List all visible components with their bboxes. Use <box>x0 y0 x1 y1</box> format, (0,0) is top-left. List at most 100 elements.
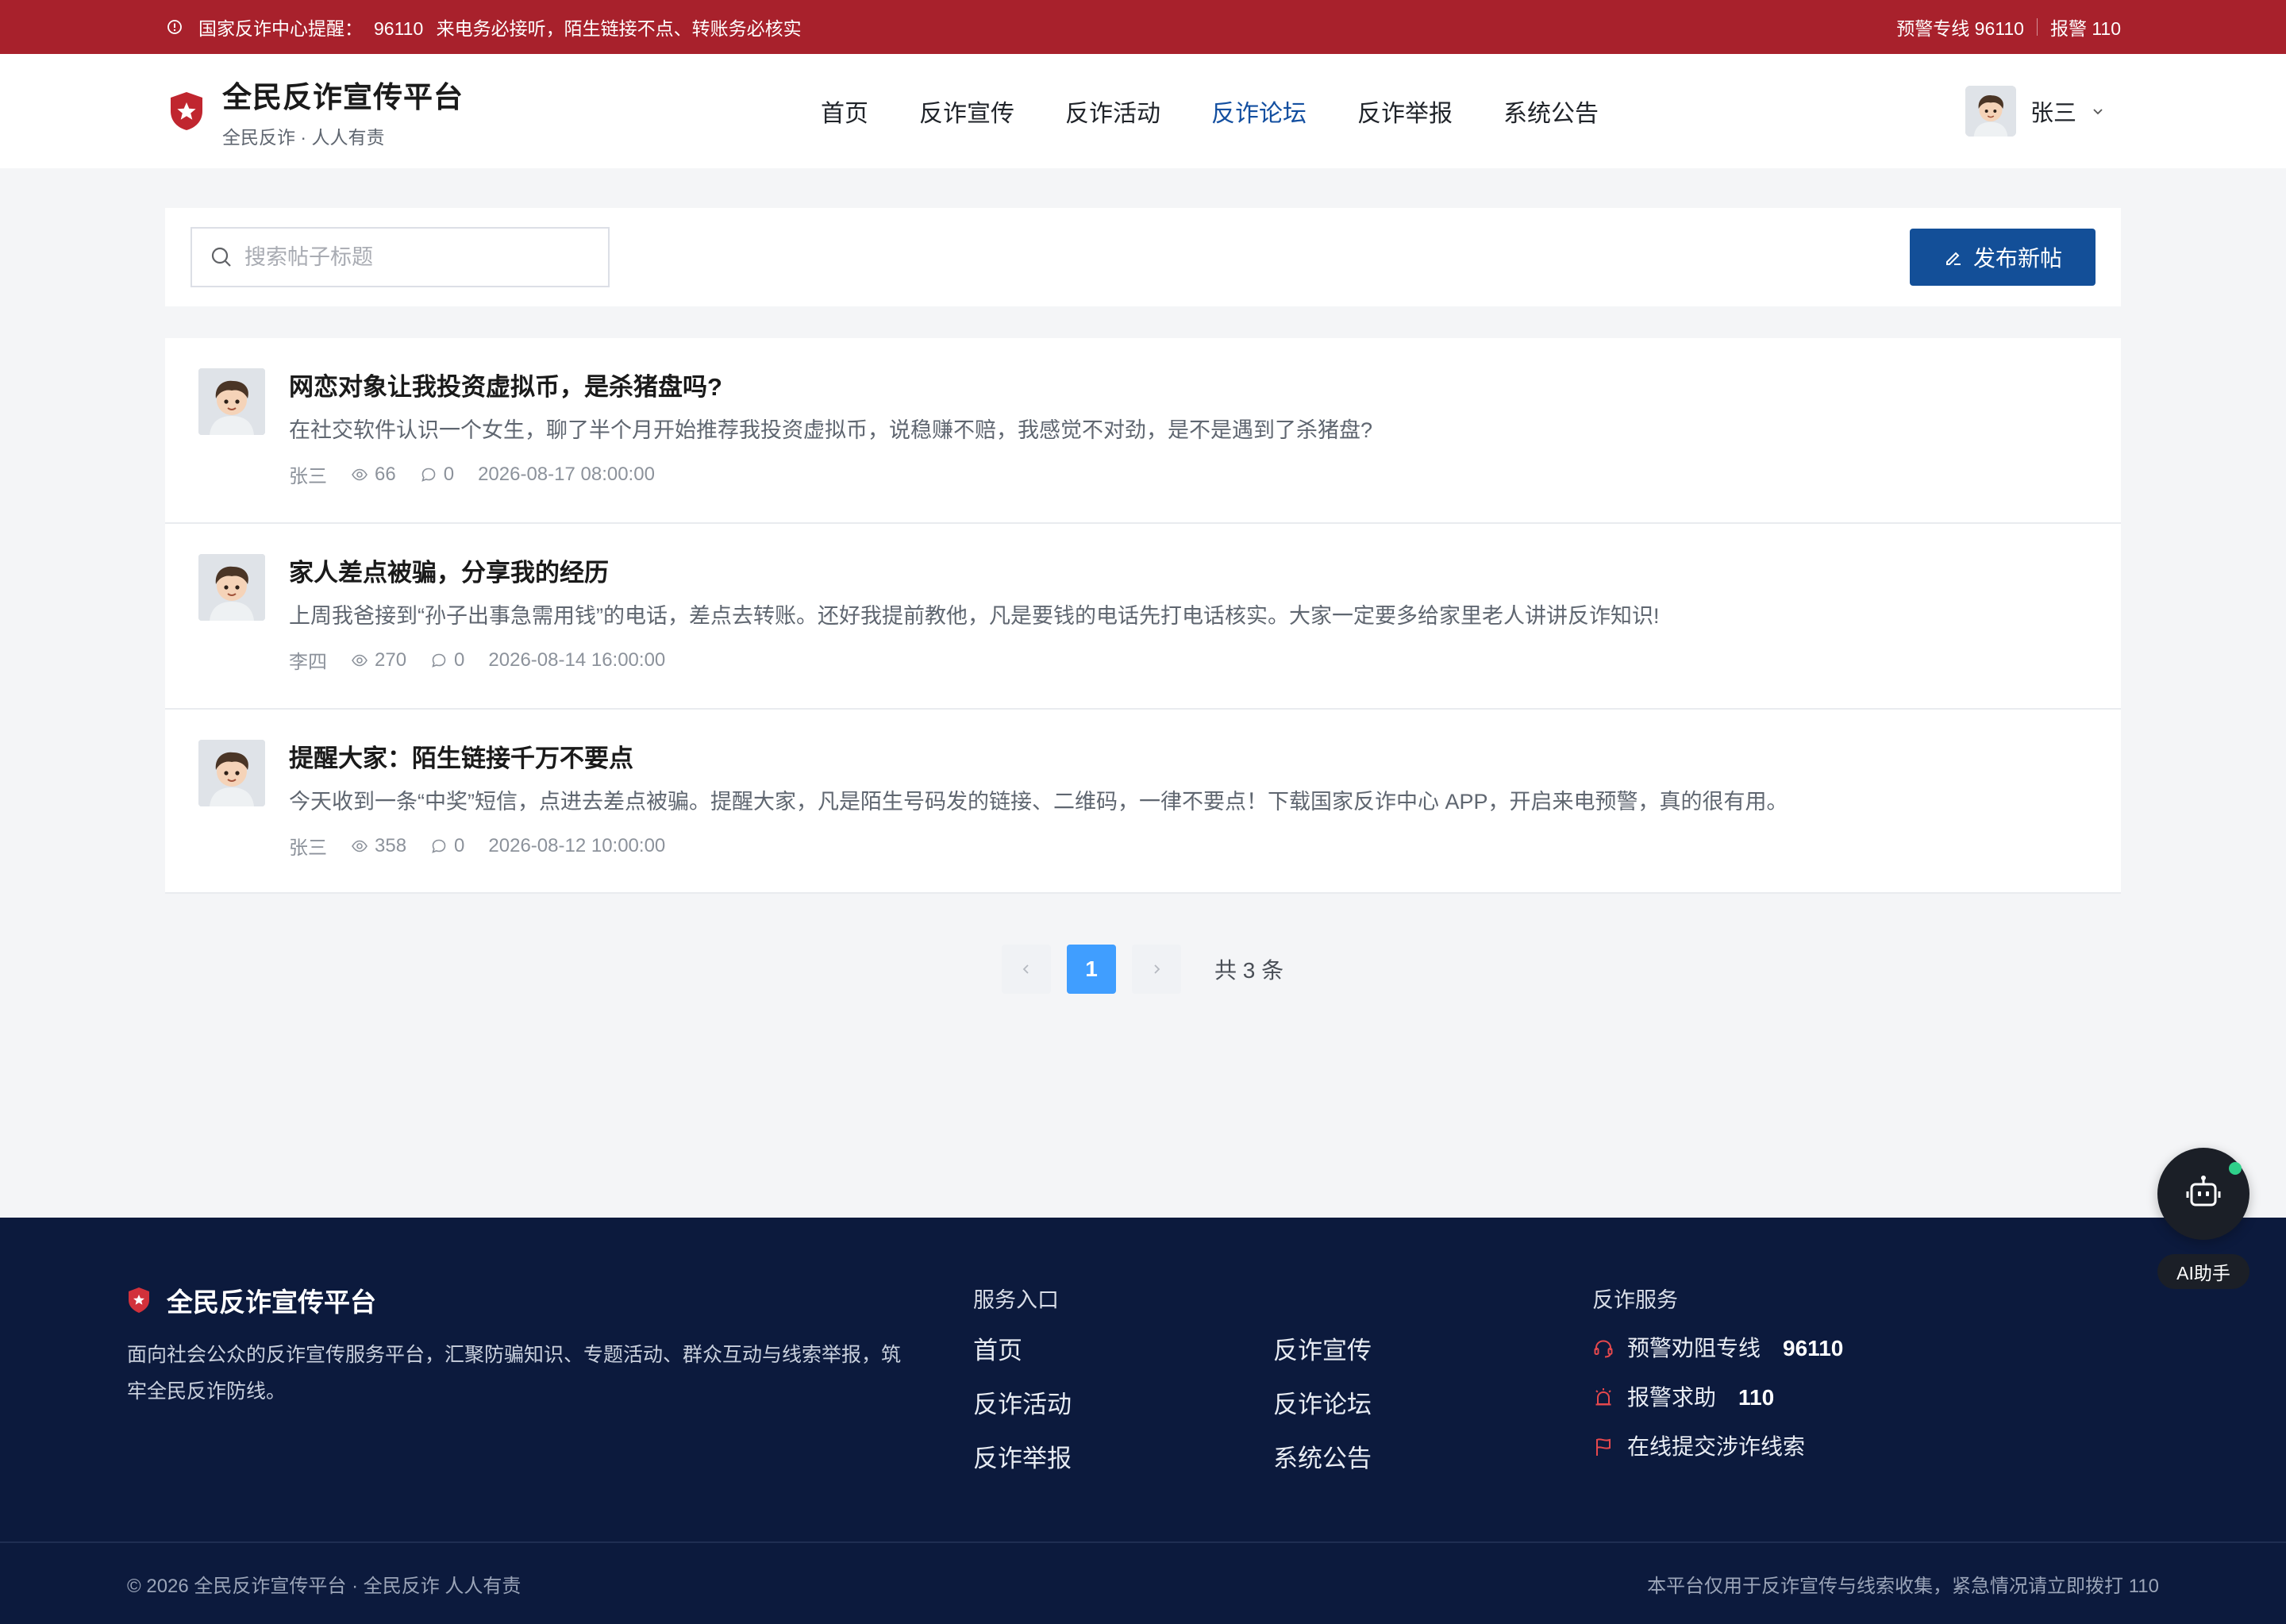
site-header: 全民反诈宣传平台 全民反诈 · 人人有责 首页 反诈宣传 反诈活动 反诈论坛 反… <box>0 54 2286 168</box>
comment-icon <box>430 837 448 855</box>
footer-link-activities[interactable]: 反诈活动 <box>973 1387 1273 1422</box>
post-title[interactable]: 家人差点被骗，分享我的经历 <box>289 554 2089 592</box>
page-number-button[interactable]: 1 <box>1067 945 1116 994</box>
edit-icon <box>1943 247 1964 267</box>
divider <box>2036 18 2038 36</box>
ai-assistant-label[interactable]: AI助手 <box>2157 1254 2249 1289</box>
avatar <box>1965 86 2016 137</box>
nav-propaganda[interactable]: 反诈宣传 <box>919 94 1014 129</box>
footer-services: 预警劝阻专线 96110 报警求助 110 在线提交涉诈线索 <box>1592 1333 1843 1481</box>
post-author: 张三 <box>289 837 327 859</box>
footer-link-report[interactable]: 反诈举报 <box>973 1441 1273 1476</box>
flag-icon <box>1592 1436 1614 1458</box>
footer-brand: 全民反诈宣传平台 <box>127 1281 376 1319</box>
footer-link-forum[interactable]: 反诈论坛 <box>1273 1387 1432 1422</box>
service-label: 报警求助 <box>1627 1385 1717 1410</box>
eye-icon <box>351 652 368 669</box>
avatar <box>198 554 265 621</box>
nav-report[interactable]: 反诈举报 <box>1357 94 1453 129</box>
main-nav: 首页 反诈宣传 反诈活动 反诈论坛 反诈举报 系统公告 <box>821 54 1599 168</box>
post-meta: 张三 66 0 2026-08-17 08:00:00 <box>289 460 2089 488</box>
footer-services-title: 反诈服务 <box>1592 1288 1678 1312</box>
police-text: 报警 110 <box>2049 18 2121 39</box>
alert-bar: 国家反诈中心提醒： 96110 来电务必接听，陌生链接不点、转账务必核实 预警专线… <box>0 0 2286 54</box>
eye-icon <box>351 837 368 855</box>
post-item[interactable]: 网恋对象让我投资虚拟币，是杀猪盘吗? 在社交软件认识一个女生，聊了半个月开始推荐… <box>165 338 2121 524</box>
alarm-icon <box>1592 1387 1614 1409</box>
footer-link-announcements[interactable]: 系统公告 <box>1273 1441 1432 1476</box>
footer-link-home[interactable]: 首页 <box>973 1333 1273 1368</box>
chevron-left-icon <box>1022 964 1029 974</box>
avatar <box>198 368 265 435</box>
post-list: 网恋对象让我投资虚拟币，是杀猪盘吗? 在社交软件认识一个女生，聊了半个月开始推荐… <box>165 338 2121 894</box>
nav-forum[interactable]: 反诈论坛 <box>1211 94 1307 129</box>
user-name: 张三 <box>2030 101 2076 126</box>
service-hotline[interactable]: 预警劝阻专线 96110 <box>1592 1333 1843 1364</box>
prev-page-button[interactable] <box>1002 945 1051 994</box>
footer-divider <box>0 1541 2286 1543</box>
alert-number: 96110 <box>374 18 424 39</box>
footer-links-title: 服务入口 <box>973 1288 1059 1312</box>
post-title[interactable]: 提醒大家：陌生链接千万不要点 <box>289 740 2089 778</box>
ai-assistant-button[interactable] <box>2157 1148 2249 1240</box>
next-page-button[interactable] <box>1132 945 1181 994</box>
brand-logo[interactable]: 全民反诈宣传平台 全民反诈 · 人人有责 <box>168 54 464 168</box>
service-police[interactable]: 报警求助 110 <box>1592 1383 1843 1413</box>
hotline-text: 预警专线 96110 <box>1896 18 2024 39</box>
service-value: 110 <box>1738 1385 1775 1410</box>
service-clue-report[interactable]: 在线提交涉诈线索 <box>1592 1432 1843 1462</box>
chevron-right-icon <box>1154 964 1160 974</box>
view-count: 270 <box>375 648 407 671</box>
service-value: 96110 <box>1783 1336 1844 1360</box>
post-time: 2026-08-14 16:00:00 <box>488 648 666 671</box>
footer-links: 首页 反诈宣传 反诈活动 反诈论坛 反诈举报 系统公告 <box>973 1333 1432 1476</box>
footer-note: 本平台仅用于反诈宣传与线索收集，紧急情况请立即拨打 110 <box>1647 1576 2159 1597</box>
nav-activities[interactable]: 反诈活动 <box>1065 94 1160 129</box>
forum-toolbar: 发布新帖 <box>165 208 2121 306</box>
shield-star-icon <box>168 90 205 132</box>
post-item[interactable]: 家人差点被骗，分享我的经历 上周我爸接到“孙子出事急需用钱”的电话，差点去转账。… <box>165 524 2121 710</box>
nav-announcements[interactable]: 系统公告 <box>1503 94 1599 129</box>
post-author: 张三 <box>289 466 327 487</box>
comment-icon <box>430 652 448 669</box>
robot-icon <box>2181 1172 2226 1216</box>
comment-count: 0 <box>454 834 465 856</box>
online-status-dot <box>2229 1162 2242 1175</box>
footer-description: 面向社会公众的反诈宣传服务平台，汇聚防骗知识、专题活动、群众互动与线索举报，筑牢… <box>127 1344 902 1403</box>
service-label: 预警劝阻专线 <box>1627 1336 1761 1360</box>
search-icon <box>210 245 233 269</box>
view-count: 66 <box>375 463 396 485</box>
site-name: 全民反诈宣传平台 <box>222 81 464 114</box>
publish-label: 发布新帖 <box>1972 246 2062 271</box>
search-input[interactable] <box>244 244 586 270</box>
copyright: © 2026 全民反诈宣传平台 · 全民反诈 人人有责 <box>127 1576 521 1597</box>
alert-message: 国家反诈中心提醒： 96110 来电务必接听，陌生链接不点、转账务必核实 <box>167 0 802 54</box>
footer-link-propaganda[interactable]: 反诈宣传 <box>1273 1333 1432 1368</box>
comment-icon <box>420 466 437 483</box>
post-excerpt: 今天收到一条“中奖”短信，点进去差点被骗。提醒大家，凡是陌生号码发的链接、二维码… <box>289 790 1788 814</box>
info-circle-icon <box>167 19 183 35</box>
service-label: 在线提交涉诈线索 <box>1627 1434 1806 1459</box>
post-title[interactable]: 网恋对象让我投资虚拟币，是杀猪盘吗? <box>289 368 2089 406</box>
publish-post-button[interactable]: 发布新帖 <box>1910 229 2096 286</box>
view-count: 358 <box>375 834 407 856</box>
footer-site-name: 全民反诈宣传平台 <box>167 1287 376 1317</box>
user-menu[interactable]: 张三 <box>1965 54 2105 168</box>
post-time: 2026-08-12 10:00:00 <box>488 834 666 856</box>
chevron-down-icon <box>2091 104 2105 118</box>
alert-label: 国家反诈中心提醒： <box>198 18 363 39</box>
comment-count: 0 <box>443 463 455 485</box>
pagination: 1 共 3 条 <box>1002 945 1283 994</box>
post-item[interactable]: 提醒大家：陌生链接千万不要点 今天收到一条“中奖”短信，点进去差点被骗。提醒大家… <box>165 710 2121 894</box>
search-box <box>190 227 610 287</box>
site-slogan: 全民反诈 · 人人有责 <box>222 127 385 148</box>
shield-icon <box>127 1287 151 1314</box>
post-meta: 李四 270 0 2026-08-14 16:00:00 <box>289 646 2089 674</box>
site-footer: 全民反诈宣传平台 面向社会公众的反诈宣传服务平台，汇聚防骗知识、专题活动、群众互… <box>0 1218 2286 1624</box>
nav-home[interactable]: 首页 <box>821 94 868 129</box>
post-meta: 张三 358 0 2026-08-12 10:00:00 <box>289 832 2089 860</box>
post-time: 2026-08-17 08:00:00 <box>478 463 655 485</box>
page-total: 共 3 条 <box>1214 958 1284 983</box>
avatar <box>198 740 265 806</box>
post-excerpt: 在社交软件认识一个女生，聊了半个月开始推荐我投资虚拟币，说稳赚不赔，我感觉不对劲… <box>289 418 1373 442</box>
